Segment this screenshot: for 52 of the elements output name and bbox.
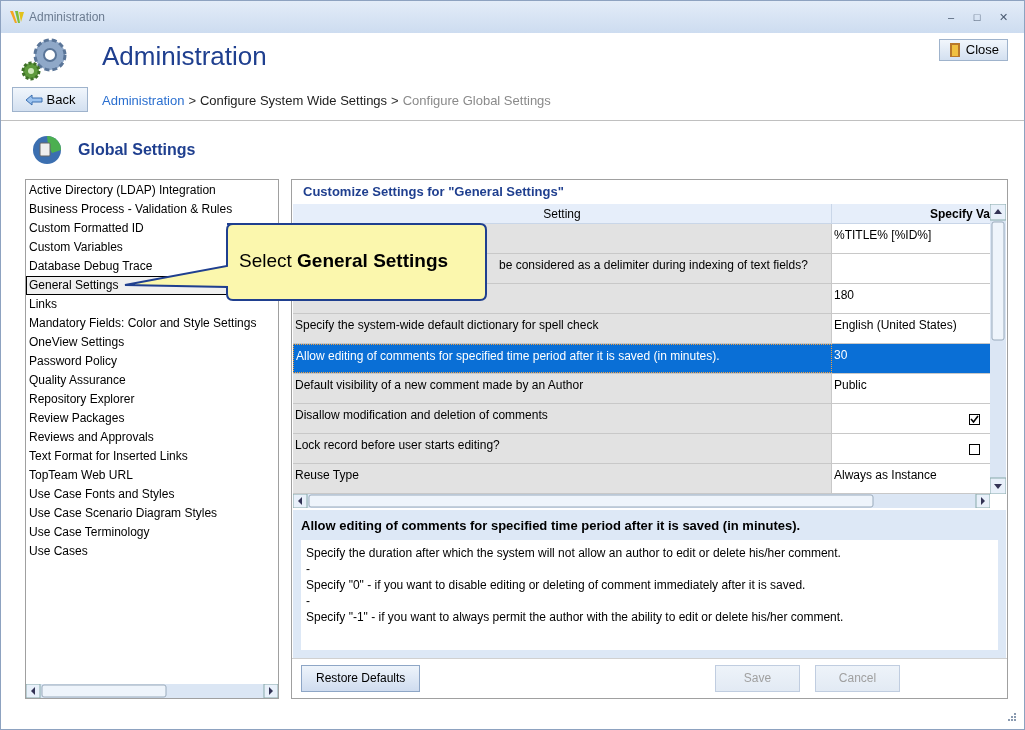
door-icon	[947, 42, 962, 58]
window-title: Administration	[29, 9, 106, 26]
sidebar-item[interactable]: TopTeam Web URL	[26, 466, 278, 485]
sidebar-item[interactable]: Business Process - Validation & Rules	[26, 200, 278, 219]
table-cell: Reuse Type	[293, 464, 832, 493]
table-cell: Disallow modification and deletion of comments	[293, 404, 832, 433]
window-control-button[interactable]: –	[938, 8, 964, 26]
description-text: Specify the duration after which the system will not allow an author to edit or delete his/her comment.	[306, 544, 842, 561]
sidebar-item[interactable]: Text Format for Inserted Links	[26, 447, 278, 466]
description-text: -	[306, 560, 311, 577]
back-arrow-icon	[24, 93, 43, 106]
globe-document-icon	[32, 135, 62, 165]
table-cell: Specify the system-wide default dictionary for spell check	[293, 314, 832, 343]
action-button[interactable]: Restore Defaults	[301, 664, 421, 692]
back-button[interactable]: Back	[12, 87, 88, 112]
table-cell: Allow editing of comments for specified time period after it is saved (in minutes).	[293, 344, 832, 373]
page-title: Administration	[102, 40, 267, 73]
window-control-button[interactable]: □	[964, 8, 990, 26]
breadcrumb-separator: >	[391, 92, 399, 110]
sidebar-item[interactable]: Reviews and Approvals	[26, 428, 278, 447]
window-control-button[interactable]: ✕	[990, 8, 1016, 26]
sidebar-item[interactable]: Password Policy	[26, 352, 278, 371]
table-cell: 30	[832, 344, 990, 373]
panel-title: Customize Settings for "General Settings"	[302, 183, 565, 202]
close-button[interactable]: Close	[938, 39, 1008, 61]
description-title: Allow editing of comments for specified time period after it is saved (in minutes).	[301, 517, 802, 535]
section-title: Global Settings	[78, 140, 196, 160]
table-cell: Default visibility of a new comment made by an Author	[293, 374, 832, 403]
sidebar-item[interactable]: Review Packages	[26, 409, 278, 428]
breadcrumb-current: Configure Global Settings	[402, 92, 551, 110]
checkbox[interactable]	[969, 444, 980, 455]
description-text: Specify "0" - if you want to disable editing or deleting of comment immediately after it is saved.	[306, 576, 807, 593]
column-header: Specify Va	[928, 206, 990, 223]
description-text: Specify "-1" - if you want to always permit the author with the ability to edit or delete his/her comment.	[306, 608, 845, 625]
sidebar-item[interactable]: Use Case Scenario Diagram Styles	[26, 504, 278, 523]
sidebar-item[interactable]: Use Case Terminology	[26, 523, 278, 542]
resize-grip-icon	[1006, 711, 1016, 721]
breadcrumb-separator: >	[188, 92, 196, 110]
breadcrumb-link[interactable]: Administration	[102, 91, 185, 111]
sidebar-item[interactable]: Use Cases	[26, 542, 278, 561]
sidebar-item[interactable]: Links	[26, 295, 278, 314]
sidebar-item[interactable]: OneView Settings	[26, 333, 278, 352]
sidebar-item[interactable]: Repository Explorer	[26, 390, 278, 409]
description-text: -	[306, 592, 311, 609]
checkbox[interactable]	[969, 414, 980, 425]
sidebar-item[interactable]: Use Case Fonts and Styles	[26, 485, 278, 504]
table-cell: Lock record before user starts editing?	[293, 434, 832, 463]
breadcrumb-link[interactable]: Configure System Wide Settings	[199, 91, 388, 111]
app-logo-icon	[9, 10, 25, 24]
sidebar-item[interactable]: Mandatory Fields: Color and Style Settings	[26, 314, 278, 333]
sidebar-item[interactable]: Quality Assurance	[26, 371, 278, 390]
sidebar-item[interactable]: Active Directory (LDAP) Integration	[26, 181, 278, 200]
